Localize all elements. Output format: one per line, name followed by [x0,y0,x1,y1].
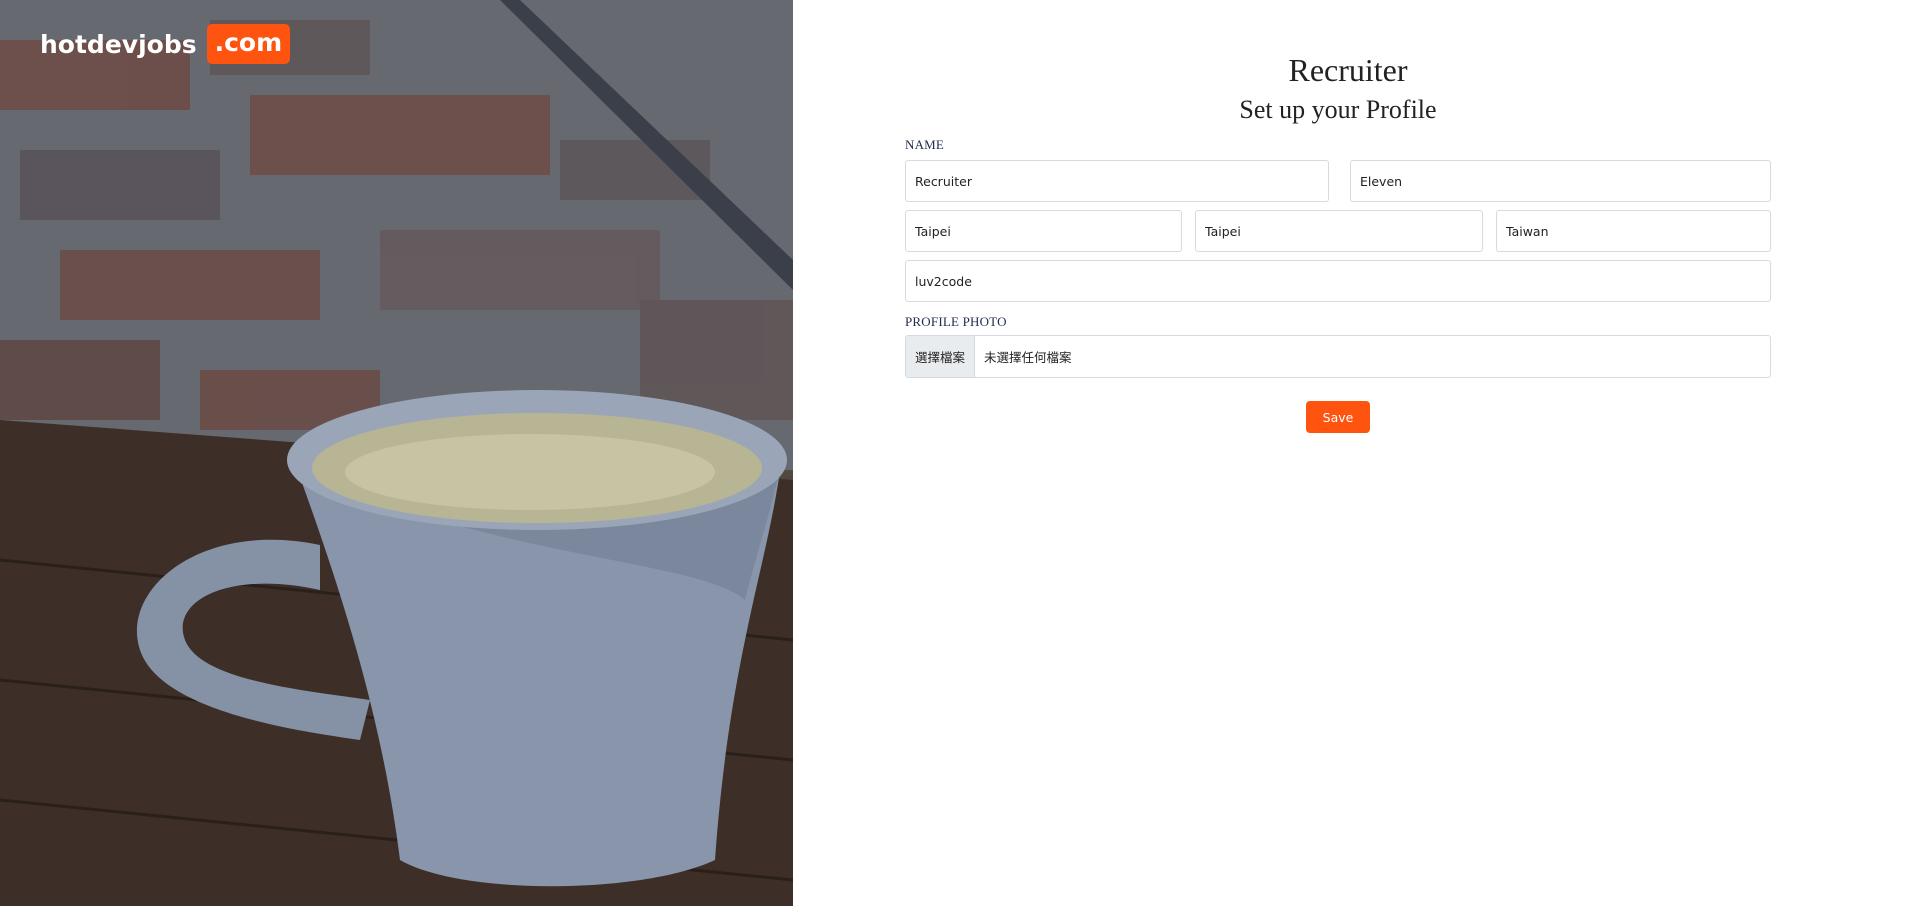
company-input[interactable] [905,260,1771,302]
country-input[interactable] [1496,210,1771,252]
state-input[interactable] [1195,210,1483,252]
city-input[interactable] [905,210,1182,252]
brand-name: hotdevjobs [40,29,197,59]
save-button[interactable]: Save [1306,401,1370,433]
profile-form-panel: Recruiter Set up your Profile NAME PROFI… [793,0,1920,906]
brand-suffix-badge: .com [206,24,291,64]
file-status-text: 未選擇任何檔案 [984,350,1072,365]
role-title: Recruiter [1288,52,1408,88]
profile-photo-file-input[interactable]: 選擇檔案 未選擇任何檔案 [905,335,1771,378]
choose-file-button[interactable]: 選擇檔案 [906,336,976,377]
coffee-mug-illustration [0,0,793,906]
last-name-input[interactable] [1350,160,1771,202]
page-title: Set up your Profile [1239,95,1437,124]
brand-logo[interactable]: hotdevjobs .com [40,24,291,64]
background-photo: hotdevjobs .com [0,0,793,906]
first-name-input[interactable] [905,160,1329,202]
profile-photo-label: PROFILE PHOTO [905,314,1007,329]
name-section-label: NAME [905,137,945,152]
